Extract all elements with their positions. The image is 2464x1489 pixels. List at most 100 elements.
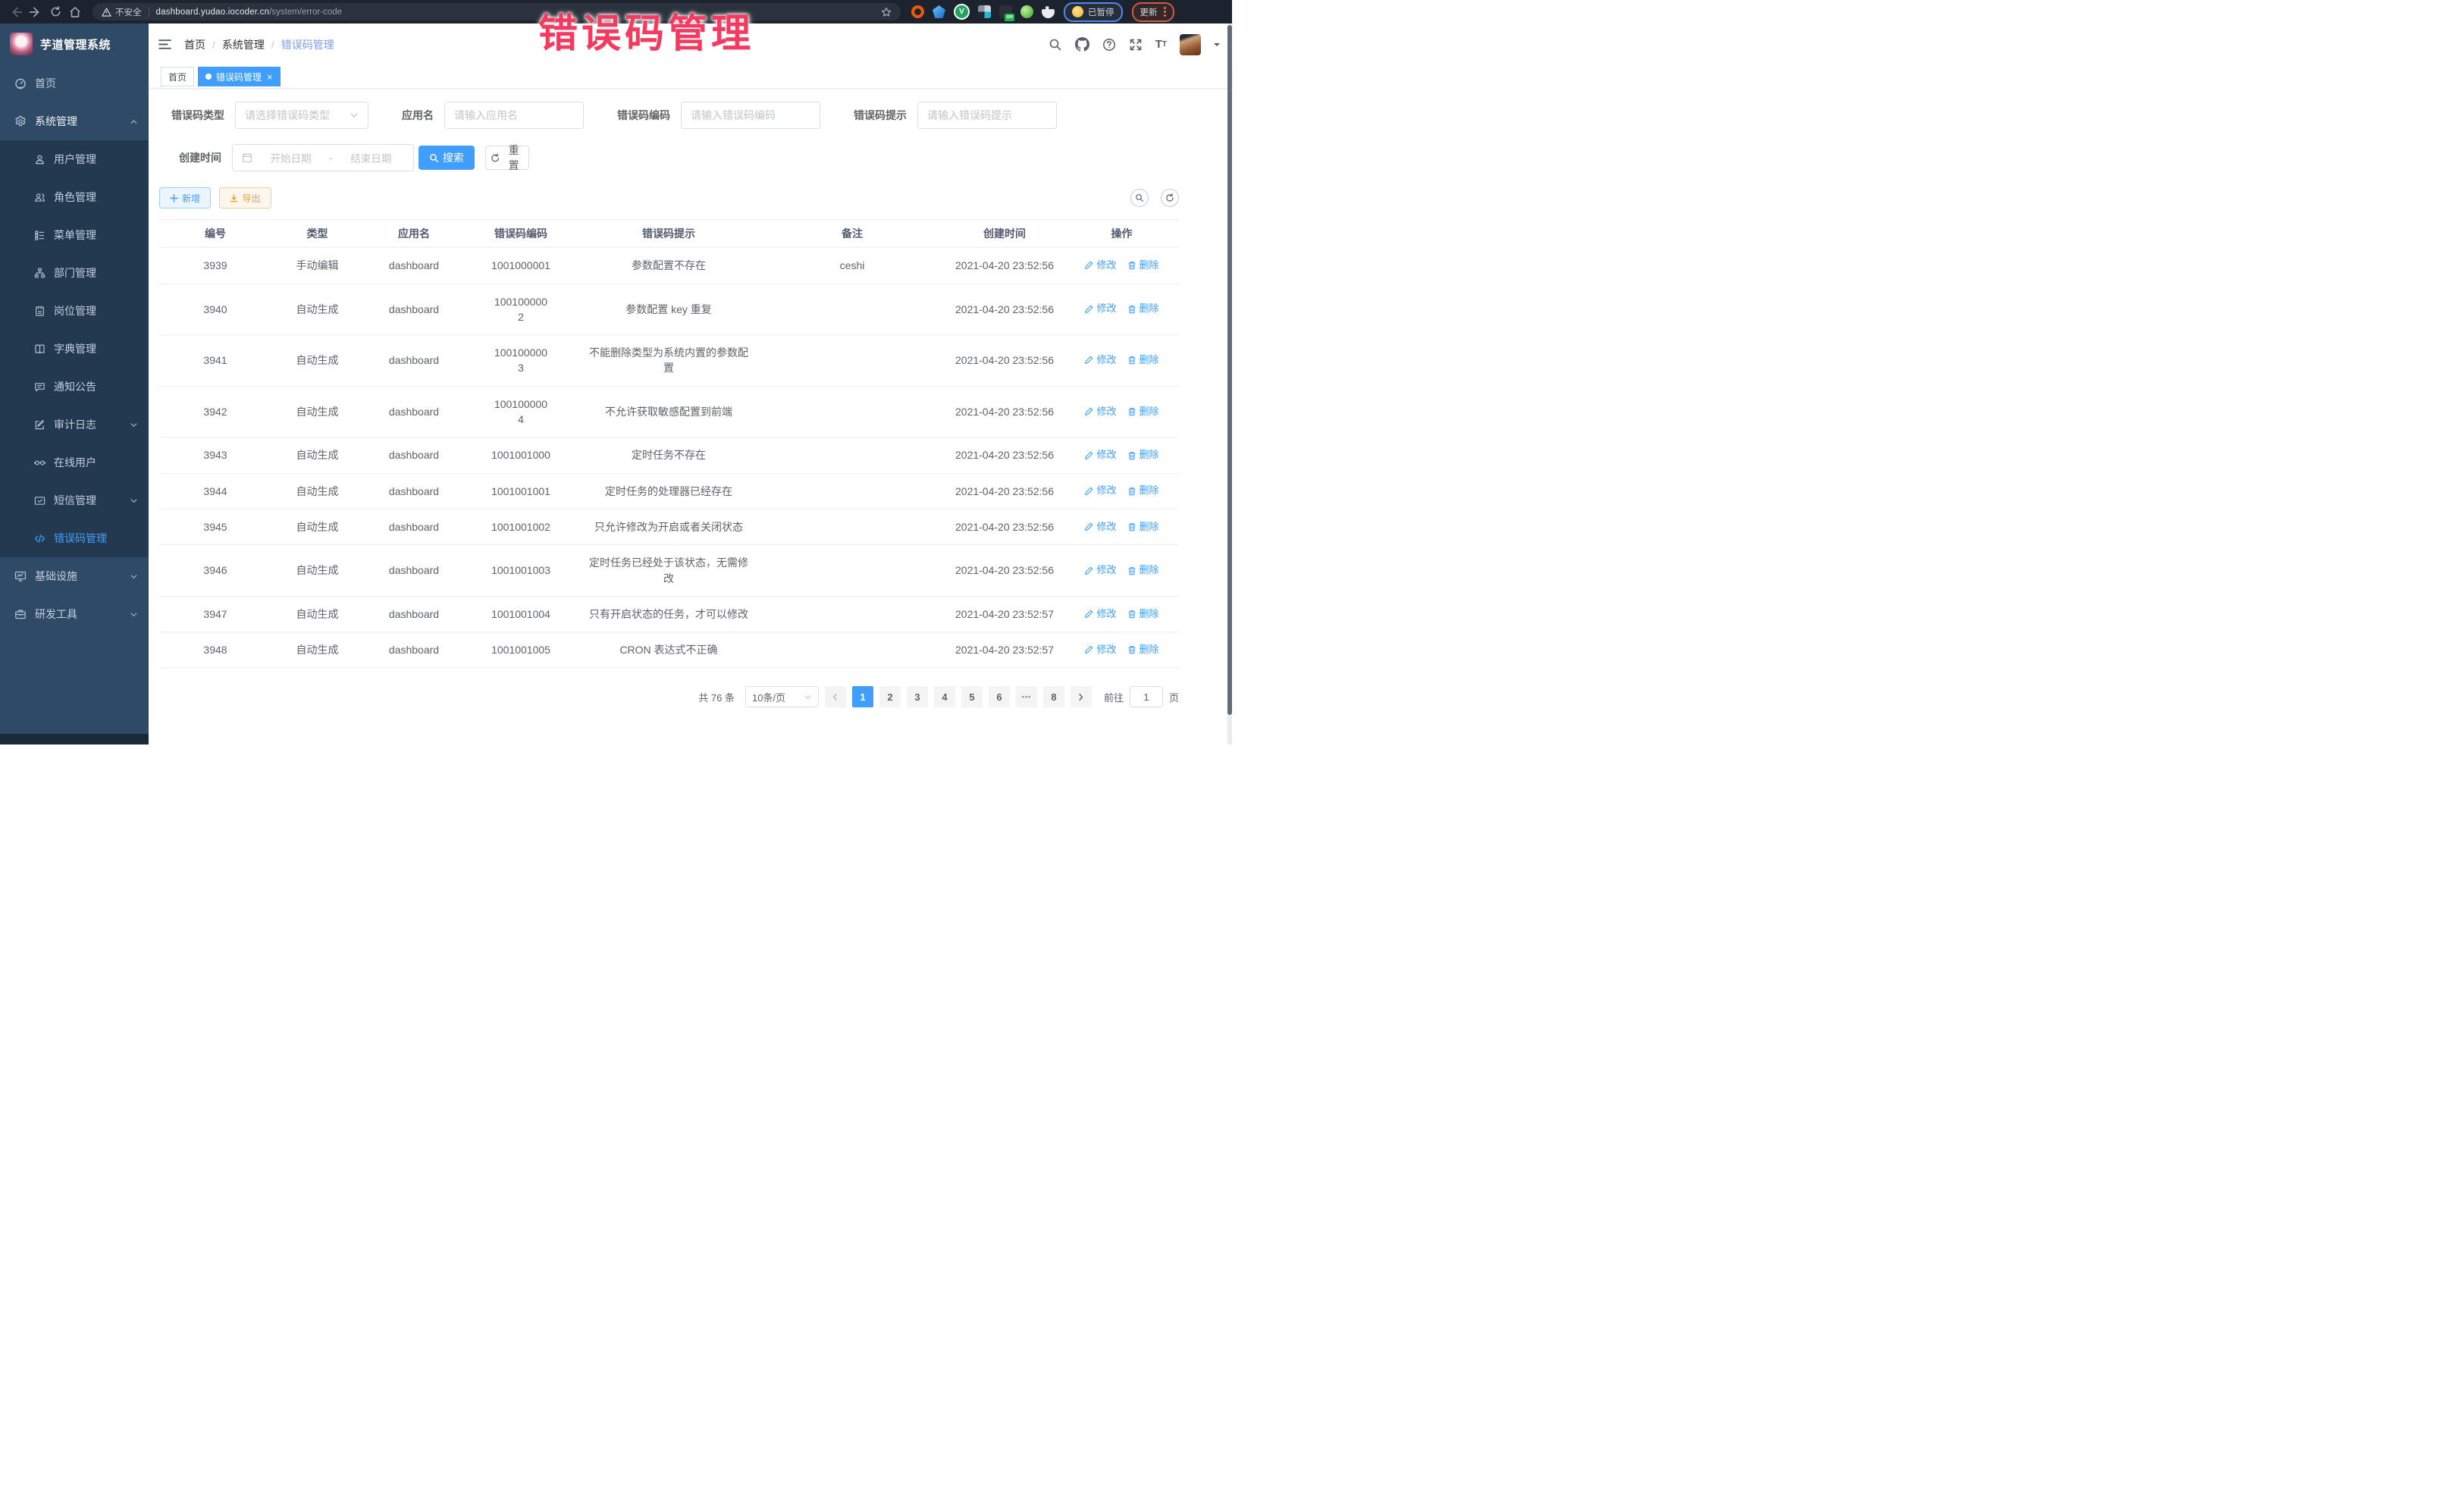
search-button[interactable]: 搜索 <box>419 146 475 170</box>
delete-link[interactable]: 删除 <box>1127 259 1159 273</box>
date-range-picker[interactable]: 开始日期 - 结束日期 <box>232 144 414 171</box>
cell-id: 3944 <box>159 474 271 509</box>
error-code-table: 编号 类型 应用名 错误码编码 错误码提示 备注 创建时间 操作 3939 手动… <box>159 219 1179 668</box>
page-button[interactable]: 5 <box>961 686 983 707</box>
scrollbar-thumb[interactable] <box>1227 25 1232 715</box>
edit-link[interactable]: 修改 <box>1084 448 1116 462</box>
search-icon[interactable] <box>1049 38 1062 52</box>
edit-link[interactable]: 修改 <box>1084 484 1116 498</box>
browser-home-icon[interactable] <box>65 3 85 21</box>
error-type-select[interactable]: 请选择错误码类型 <box>235 102 368 129</box>
prev-page-button[interactable] <box>825 686 846 707</box>
extension-icon-6[interactable] <box>1020 5 1033 18</box>
breadcrumb-home[interactable]: 首页 <box>184 37 205 52</box>
sidebar-item-audit-log[interactable]: 审计日志 <box>0 406 149 444</box>
user-menu-caret-icon[interactable] <box>1214 43 1220 49</box>
help-icon[interactable] <box>1102 38 1116 52</box>
toggle-search-button[interactable] <box>1130 189 1149 207</box>
reset-button[interactable]: 重置 <box>485 146 529 170</box>
sidebar-item-notices[interactable]: 通知公告 <box>0 368 149 406</box>
edit-link[interactable]: 修改 <box>1084 643 1116 657</box>
delete-link[interactable]: 删除 <box>1127 302 1159 316</box>
sidebar-item-menus[interactable]: 菜单管理 <box>0 216 149 254</box>
font-size-icon[interactable]: TT <box>1155 39 1167 50</box>
delete-link[interactable]: 删除 <box>1127 448 1159 462</box>
address-bar[interactable]: 不安全 dashboard.yudao.iocoder.cn/system/er… <box>92 3 901 20</box>
sidebar-item-dev-tools[interactable]: 研发工具 <box>0 595 149 633</box>
app-logo[interactable]: 芋道管理系统 <box>0 24 149 64</box>
edit-link[interactable]: 修改 <box>1084 259 1116 273</box>
sidebar-item-online-users[interactable]: 在线用户 <box>0 444 149 481</box>
export-button[interactable]: 导出 <box>219 187 271 208</box>
sidebar-item-error-code[interactable]: 错误码管理 <box>0 519 149 557</box>
browser-back-icon[interactable] <box>6 3 26 21</box>
delete-link[interactable]: 删除 <box>1127 607 1159 622</box>
browser-reload-icon[interactable] <box>45 3 65 21</box>
extension-icon-4[interactable] <box>978 5 991 18</box>
trash-icon <box>1127 451 1136 460</box>
profile-chip[interactable]: 已暂停 <box>1064 2 1123 22</box>
sidebar-item-dictionary[interactable]: 字典管理 <box>0 330 149 368</box>
bookmark-star-icon[interactable] <box>881 7 892 17</box>
edit-link[interactable]: 修改 <box>1084 302 1116 316</box>
breadcrumb-separator: / <box>212 39 215 51</box>
table-row: 3947 自动生成 dashboard 1001001004 只有开启状态的任务… <box>159 597 1179 632</box>
delete-link[interactable]: 删除 <box>1127 563 1159 578</box>
delete-link[interactable]: 删除 <box>1127 353 1159 368</box>
sidebar-collapse-bar[interactable] <box>0 734 149 744</box>
cell-memo <box>760 387 944 437</box>
github-icon[interactable] <box>1075 37 1089 52</box>
page-button[interactable]: 4 <box>934 686 955 707</box>
next-page-button[interactable] <box>1071 686 1092 707</box>
delete-link[interactable]: 删除 <box>1127 520 1159 534</box>
fullscreen-icon[interactable] <box>1129 38 1143 52</box>
breadcrumb-system[interactable]: 系统管理 <box>222 37 265 52</box>
page-button[interactable]: 2 <box>879 686 901 707</box>
sidebar-item-roles[interactable]: 角色管理 <box>0 178 149 216</box>
breadcrumb-current: 错误码管理 <box>281 37 334 52</box>
sidebar-item-departments[interactable]: 部门管理 <box>0 254 149 292</box>
sidebar-item-system[interactable]: 系统管理 <box>0 102 149 140</box>
delete-link[interactable]: 删除 <box>1127 405 1159 419</box>
browser-forward-icon[interactable] <box>26 3 45 21</box>
error-code-input[interactable] <box>681 102 820 129</box>
sidebar-item-home[interactable]: 首页 <box>0 64 149 102</box>
edit-pencil-icon <box>1084 261 1093 270</box>
edit-link[interactable]: 修改 <box>1084 607 1116 622</box>
hamburger-icon[interactable] <box>158 37 172 52</box>
edit-link[interactable]: 修改 <box>1084 353 1116 368</box>
page-button[interactable]: 1 <box>852 686 873 707</box>
add-button[interactable]: 新增 <box>159 187 211 208</box>
page-button[interactable]: 3 <box>907 686 928 707</box>
extension-puzzle-icon[interactable] <box>1042 5 1055 18</box>
page-button[interactable]: 6 <box>989 686 1010 707</box>
extension-icon-5[interactable] <box>999 5 1012 18</box>
page-button[interactable]: ••• <box>1016 686 1037 707</box>
extension-icon-2[interactable] <box>933 5 945 18</box>
edit-link[interactable]: 修改 <box>1084 405 1116 419</box>
page-button[interactable]: 8 <box>1043 686 1064 707</box>
sidebar-item-infrastructure[interactable]: 基础设施 <box>0 557 149 595</box>
page-size-select[interactable]: 10条/页 <box>745 686 819 707</box>
app-name-input[interactable] <box>444 102 584 129</box>
delete-link[interactable]: 删除 <box>1127 643 1159 657</box>
sidebar-item-posts[interactable]: 岗位管理 <box>0 292 149 330</box>
tab-home[interactable]: 首页 <box>161 67 194 86</box>
edit-link[interactable]: 修改 <box>1084 563 1116 578</box>
goto-page-input[interactable] <box>1130 686 1163 707</box>
sidebar-item-sms[interactable]: 短信管理 <box>0 481 149 519</box>
browser-menu-icon[interactable] <box>1164 7 1166 17</box>
extension-icon-1[interactable] <box>911 5 924 18</box>
cell-create-time: 2021-04-20 23:52:56 <box>944 284 1065 335</box>
browser-update-button[interactable]: 更新 <box>1132 2 1174 22</box>
delete-link[interactable]: 删除 <box>1127 484 1159 498</box>
refresh-table-button[interactable] <box>1161 189 1179 207</box>
sidebar-item-users[interactable]: 用户管理 <box>0 140 149 178</box>
error-message-input[interactable] <box>917 102 1057 129</box>
extension-icon-3[interactable]: V <box>954 4 970 20</box>
tab-error-code[interactable]: 错误码管理 × <box>198 67 281 86</box>
page-scrollbar[interactable] <box>1227 24 1232 744</box>
user-avatar[interactable] <box>1180 34 1201 55</box>
edit-link[interactable]: 修改 <box>1084 520 1116 534</box>
close-tab-icon[interactable]: × <box>267 72 273 82</box>
